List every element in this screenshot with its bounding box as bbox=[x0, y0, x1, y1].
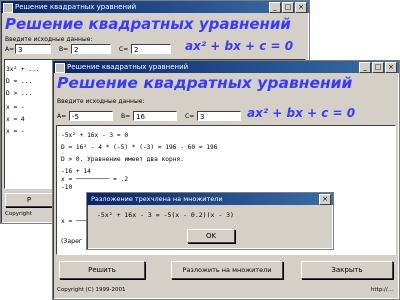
back-line-2: D = ... bbox=[6, 78, 33, 85]
back-a-field[interactable]: 3 bbox=[15, 44, 51, 54]
back-status: Copyright bbox=[5, 211, 32, 217]
solution-line-2: D = 16² - 4 * (-5) * (-3) = 196 - 60 = 1… bbox=[61, 144, 218, 151]
solution-line-5: x = ───────── = .2 bbox=[61, 176, 129, 183]
dialog-result: -5x² + 16x - 3 = -5(x - 0.2)(x - 3) bbox=[97, 211, 234, 219]
back-line-5: x = 4 bbox=[6, 116, 25, 123]
dialog-titlebar[interactable]: Разложение трехчлена на множители × bbox=[87, 193, 333, 205]
status-left: Copyright (C) 1999-2001 bbox=[57, 287, 126, 293]
app-icon bbox=[55, 63, 65, 73]
back-window-title: Решение квадратных уравнений bbox=[15, 3, 137, 11]
main-window: Решение квадратных уравнений _ □ × Решен… bbox=[52, 60, 400, 300]
dialog-ok-button[interactable]: OK bbox=[187, 229, 235, 243]
maximize-icon[interactable]: □ bbox=[282, 2, 294, 13]
factor-button[interactable]: Разложить на множители bbox=[171, 261, 283, 279]
app-icon bbox=[3, 3, 13, 13]
status-right: http://... bbox=[370, 287, 393, 293]
back-window-titlebar[interactable]: Решение квадратных уравнений _ □ × bbox=[1, 1, 309, 13]
a-field[interactable]: -5 bbox=[69, 111, 113, 121]
back-b-label: B= bbox=[59, 46, 69, 53]
back-solve-button[interactable]: Р bbox=[5, 193, 53, 207]
dialog-controls: × bbox=[319, 194, 331, 205]
solve-button[interactable]: Решить bbox=[59, 261, 145, 279]
maximize-icon[interactable]: □ bbox=[372, 62, 384, 73]
solution-line-1: -5x² + 16x - 3 = 0 bbox=[61, 132, 129, 139]
a-label: A= bbox=[57, 113, 67, 120]
close-icon[interactable]: × bbox=[295, 2, 307, 13]
b-field[interactable]: 16 bbox=[133, 111, 177, 121]
back-formula: ax² + bx + c = 0 bbox=[185, 39, 294, 53]
back-b-field[interactable]: 2 bbox=[71, 44, 111, 54]
factor-dialog: Разложение трехчлена на множители × -5x²… bbox=[86, 192, 334, 250]
back-prompt: Введите исходные данные: bbox=[5, 36, 93, 43]
main-prompt: Введите исходные данные: bbox=[57, 98, 145, 105]
solution-line-6: -10 bbox=[61, 184, 73, 191]
back-line-4: x = - bbox=[6, 104, 25, 111]
window-controls: _ □ × bbox=[359, 62, 397, 73]
close-button[interactable]: Закрыть bbox=[301, 261, 393, 279]
back-line-6: x = - bbox=[6, 128, 25, 135]
close-icon[interactable]: × bbox=[385, 62, 397, 73]
dialog-title: Разложение трехчлена на множители bbox=[91, 195, 223, 203]
back-line-1: 3x² + ... bbox=[6, 66, 40, 73]
main-window-titlebar[interactable]: Решение квадратных уравнений _ □ × bbox=[53, 61, 399, 73]
main-window-title: Решение квадратных уравнений bbox=[67, 63, 189, 71]
close-icon[interactable]: × bbox=[319, 194, 331, 205]
main-heading: Решение квадратных уравнений bbox=[57, 74, 353, 92]
back-a-label: A= bbox=[5, 46, 15, 53]
solution-line-4: -16 + 14 bbox=[61, 168, 91, 175]
c-label: C= bbox=[185, 113, 195, 120]
back-c-label: C= bbox=[119, 46, 129, 53]
b-label: B= bbox=[121, 113, 131, 120]
back-c-field[interactable]: 2 bbox=[131, 44, 171, 54]
minimize-icon[interactable]: _ bbox=[359, 62, 371, 73]
minimize-icon[interactable]: _ bbox=[269, 2, 281, 13]
solution-line-3: D > 0. Уравнение имеет два корня. bbox=[61, 156, 184, 163]
solution-partial: (Зарег bbox=[61, 238, 83, 245]
c-field[interactable]: 3 bbox=[197, 111, 241, 121]
main-formula: ax² + bx + c = 0 bbox=[247, 106, 356, 120]
back-line-3: D > ... bbox=[6, 90, 33, 97]
window-controls: _ □ × bbox=[269, 2, 307, 13]
back-heading: Решение квадратных уравнений bbox=[5, 15, 291, 33]
